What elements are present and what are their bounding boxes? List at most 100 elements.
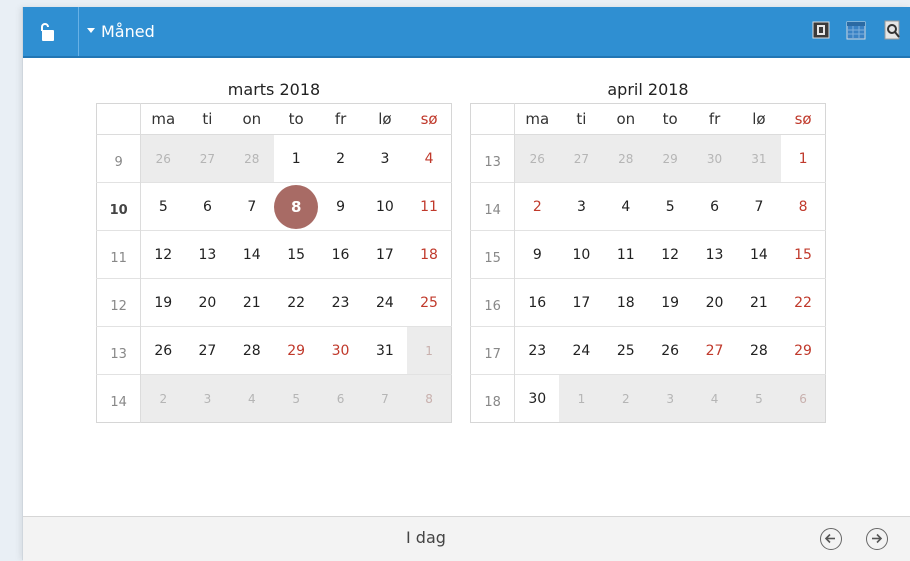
day-cell-outside-month[interactable]: 3 — [648, 374, 693, 423]
week-number[interactable]: 16 — [470, 278, 516, 327]
week-number[interactable]: 13 — [470, 134, 516, 183]
week-number[interactable]: 17 — [470, 326, 516, 375]
day-cell-outside-month[interactable]: 8 — [407, 374, 452, 423]
week-number[interactable]: 9 — [96, 134, 142, 183]
day-cell[interactable]: 2 — [318, 135, 362, 183]
day-cell[interactable]: 25 — [407, 278, 452, 327]
day-cell[interactable]: 21 — [736, 278, 782, 327]
day-cell[interactable]: 11 — [407, 182, 452, 231]
day-cell-outside-month[interactable]: 4 — [229, 374, 274, 423]
day-cell[interactable]: 21 — [229, 278, 274, 327]
day-cell[interactable]: 17 — [559, 278, 604, 327]
day-cell[interactable]: 3 — [363, 135, 407, 183]
day-cell-outside-month[interactable]: 4 — [692, 374, 737, 423]
day-cell-outside-month[interactable]: 29 — [648, 134, 693, 183]
week-number[interactable]: 14 — [96, 374, 142, 423]
day-cell[interactable]: 7 — [736, 182, 782, 231]
day-cell[interactable]: 12 — [140, 230, 186, 279]
day-cell[interactable]: 14 — [229, 230, 274, 279]
day-cell-outside-month[interactable]: 1 — [559, 374, 604, 423]
day-cell-outside-month[interactable]: 31 — [736, 134, 782, 183]
day-cell[interactable]: 28 — [736, 326, 782, 375]
day-cell[interactable]: 13 — [185, 230, 230, 279]
day-cell[interactable]: 16 — [514, 278, 560, 327]
day-cell[interactable]: 2 — [514, 182, 560, 231]
day-cell[interactable]: 6 — [185, 182, 230, 231]
day-cell[interactable]: 18 — [407, 230, 452, 279]
day-cell[interactable]: 15 — [274, 230, 319, 279]
day-cell[interactable]: 26 — [140, 326, 186, 375]
search-calendar-button[interactable] — [883, 20, 903, 40]
day-cell[interactable]: 30 — [318, 326, 363, 375]
day-cell[interactable]: 19 — [648, 278, 693, 327]
day-cell[interactable]: 5 — [648, 182, 693, 231]
day-cell-outside-month[interactable]: 2 — [140, 374, 186, 423]
day-cell[interactable]: 24 — [559, 326, 604, 375]
day-cell[interactable]: 22 — [781, 278, 826, 327]
day-cell[interactable]: 4 — [407, 135, 451, 183]
day-cell-outside-month[interactable]: 30 — [692, 134, 737, 183]
day-cell[interactable]: 13 — [692, 230, 737, 279]
day-cell-outside-month[interactable]: 28 — [603, 134, 648, 183]
day-cell-outside-month[interactable]: 26 — [140, 134, 186, 183]
day-cell-outside-month[interactable]: 6 — [318, 374, 363, 423]
week-number[interactable]: 13 — [96, 326, 142, 375]
day-cell[interactable]: 20 — [185, 278, 230, 327]
day-cell[interactable]: 12 — [648, 230, 693, 279]
day-cell[interactable]: 9 — [318, 182, 363, 231]
day-cell[interactable]: 4 — [603, 182, 648, 231]
day-cell-outside-month[interactable]: 6 — [781, 374, 826, 423]
week-number[interactable]: 14 — [470, 182, 516, 231]
day-cell[interactable]: 23 — [318, 278, 363, 327]
day-cell-outside-month[interactable]: 27 — [559, 134, 604, 183]
day-cell[interactable]: 1 — [781, 135, 825, 183]
day-cell[interactable]: 30 — [514, 374, 560, 423]
previous-month-button[interactable] — [820, 528, 842, 550]
day-cell[interactable]: 28 — [229, 326, 274, 375]
lock-toggle-button[interactable] — [23, 7, 79, 56]
day-cell-outside-month[interactable]: 27 — [185, 134, 230, 183]
day-cell[interactable]: 14 — [736, 230, 782, 279]
day-cell-outside-month[interactable]: 26 — [514, 134, 560, 183]
day-cell[interactable]: 11 — [603, 230, 648, 279]
week-number[interactable]: 18 — [470, 374, 516, 423]
day-cell[interactable]: 23 — [514, 326, 560, 375]
day-cell[interactable]: 24 — [362, 278, 408, 327]
day-cell[interactable]: 15 — [781, 230, 826, 279]
day-cell-outside-month[interactable]: 5 — [736, 374, 782, 423]
day-cell[interactable]: 6 — [692, 182, 737, 231]
day-cell[interactable]: 22 — [274, 278, 319, 327]
day-cell[interactable]: 29 — [274, 326, 319, 375]
day-cell[interactable]: 5 — [140, 182, 186, 231]
day-cell[interactable]: 20 — [692, 278, 737, 327]
day-cell[interactable]: 26 — [648, 326, 693, 375]
month-view-button[interactable] — [846, 20, 866, 40]
day-cell[interactable]: 27 — [185, 326, 230, 375]
day-cell-outside-month[interactable]: 3 — [185, 374, 230, 423]
day-cell[interactable]: 9 — [514, 230, 560, 279]
day-cell[interactable]: 31 — [362, 326, 408, 375]
week-number[interactable]: 12 — [96, 278, 142, 327]
next-month-button[interactable] — [866, 528, 888, 550]
day-cell-outside-month[interactable]: 2 — [603, 374, 648, 423]
day-cell[interactable]: 18 — [603, 278, 648, 327]
day-cell[interactable]: 25 — [603, 326, 648, 375]
day-cell[interactable]: 17 — [362, 230, 408, 279]
view-mode-toggle[interactable]: Måned — [87, 22, 155, 42]
day-cell-outside-month[interactable]: 1 — [407, 326, 452, 375]
day-cell[interactable]: 1 — [274, 135, 318, 183]
day-cell[interactable]: 29 — [781, 326, 826, 375]
day-cell[interactable]: 10 — [362, 182, 408, 231]
week-number[interactable]: 10 — [96, 182, 142, 231]
day-cell-outside-month[interactable]: 5 — [274, 374, 319, 423]
day-cell[interactable]: 16 — [318, 230, 363, 279]
day-cell[interactable]: 8 — [781, 182, 826, 231]
day-cell[interactable]: 19 — [140, 278, 186, 327]
week-view-button[interactable] — [811, 20, 831, 40]
week-number[interactable]: 15 — [470, 230, 516, 279]
day-cell[interactable]: 27 — [692, 326, 737, 375]
day-cell[interactable]: 3 — [559, 182, 604, 231]
day-cell-outside-month[interactable]: 28 — [229, 134, 274, 183]
week-number[interactable]: 11 — [96, 230, 142, 279]
day-cell[interactable]: 10 — [559, 230, 604, 279]
